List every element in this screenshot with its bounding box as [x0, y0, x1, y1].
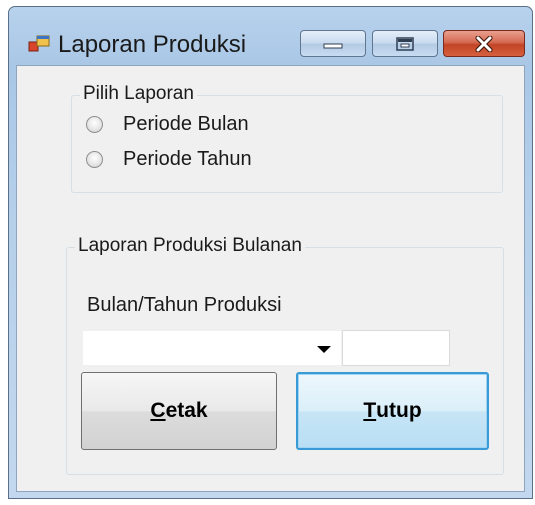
- window-title: Laporan Produksi: [58, 31, 247, 58]
- monthly-report-legend: Laporan Produksi Bulanan: [75, 235, 305, 257]
- minimize-button[interactable]: [300, 30, 366, 57]
- radio-periode-bulan-label[interactable]: Periode Bulan: [123, 113, 249, 136]
- app-window: Laporan Produksi Pilih Laporan Periode B…: [8, 6, 533, 499]
- window-client-area: Pilih Laporan Periode Bulan Periode Tahu…: [16, 65, 525, 492]
- dropdown-arrow-icon[interactable]: [317, 346, 331, 353]
- radio-circle[interactable]: [86, 116, 103, 133]
- radio-circle[interactable]: [86, 151, 103, 168]
- cetak-button[interactable]: Cetak: [81, 372, 277, 450]
- radio-periode-tahun-label[interactable]: Periode Tahun: [123, 148, 252, 171]
- app-icon: [28, 35, 50, 52]
- tutup-button[interactable]: Tutup: [296, 372, 489, 450]
- title-bar[interactable]: Laporan Produksi: [9, 7, 532, 65]
- radio-periode-tahun[interactable]: Periode Tahun: [86, 148, 252, 171]
- report-type-legend: Pilih Laporan: [80, 83, 197, 105]
- minimize-icon: [323, 43, 343, 48]
- close-button[interactable]: [443, 30, 525, 57]
- cetak-button-mnemonic: C: [150, 399, 166, 422]
- restore-icon: [396, 36, 414, 51]
- period-label: Bulan/Tahun Produksi: [87, 294, 282, 316]
- tutup-button-label: utup: [376, 399, 422, 422]
- maximize-button[interactable]: [372, 30, 438, 57]
- radio-periode-bulan[interactable]: Periode Bulan: [86, 113, 249, 136]
- month-combobox[interactable]: [82, 330, 342, 366]
- close-icon: [475, 35, 493, 52]
- year-textbox[interactable]: [342, 330, 450, 366]
- cetak-button-label: etak: [165, 399, 208, 422]
- report-type-groupbox: Pilih Laporan Periode Bulan Periode Tahu…: [71, 83, 503, 193]
- tutup-button-mnemonic: T: [363, 399, 377, 422]
